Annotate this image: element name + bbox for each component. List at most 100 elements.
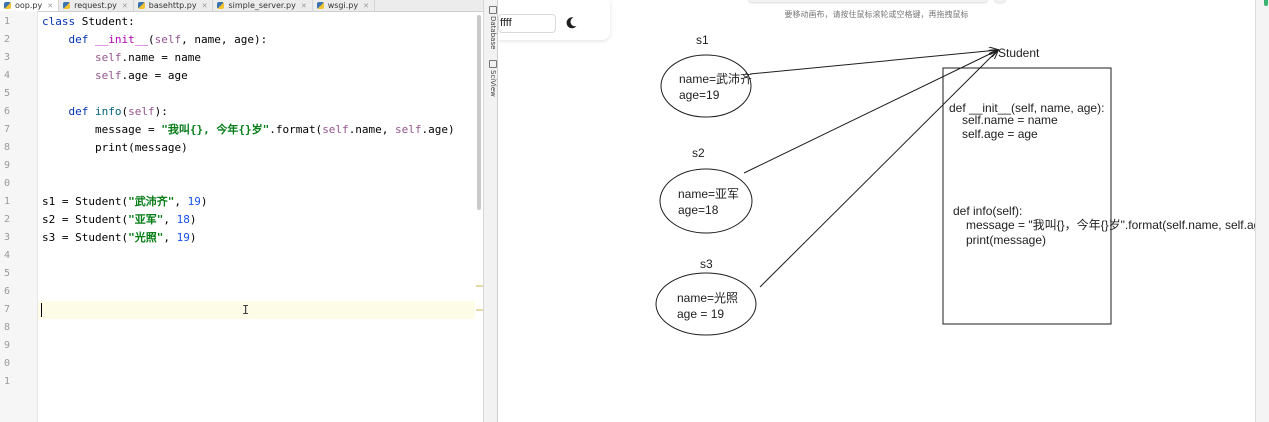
obj3-name: name=光照 — [677, 291, 738, 305]
class-init-line-1: self.name = name — [962, 113, 1058, 127]
tab-label: request.py — [74, 1, 117, 10]
line-number: 7 — [3, 304, 10, 315]
code-token: .age = age — [121, 69, 188, 82]
database-icon — [489, 6, 497, 14]
scroll-marker — [476, 285, 483, 287]
label-student: Student — [998, 46, 1040, 60]
scroll-thumb[interactable] — [477, 15, 481, 210]
current-line-highlight — [38, 301, 475, 319]
code-token: .name = name — [121, 51, 201, 64]
object-ellipse-s2[interactable] — [659, 168, 753, 234]
tab-basehttp-py[interactable]: basehttp.py ✕ — [134, 0, 214, 11]
code-token: def — [68, 105, 89, 118]
line-number: 9 — [3, 160, 10, 171]
code-line-12: s2 = Student("亚军", 18) — [42, 211, 196, 229]
tab-label: oop.py — [15, 1, 43, 10]
code-token: __init__ — [95, 33, 148, 46]
python-file-icon — [217, 2, 225, 9]
code-token: , — [174, 195, 188, 208]
obj3-age: age = 19 — [677, 307, 724, 321]
code-token: ) — [189, 231, 197, 244]
line-number: 1 — [3, 376, 10, 387]
code-token: s3 = Student( — [42, 231, 129, 244]
line-number: 1 — [3, 16, 10, 27]
line-number: 4 — [3, 70, 10, 81]
line-number: 3 — [3, 52, 10, 63]
reference-arrow-s1[interactable] — [749, 50, 998, 75]
code-line-2: def __init__(self, name, age): — [42, 31, 268, 49]
code-token: "亚军" — [128, 213, 164, 226]
code-token: def — [68, 33, 89, 46]
tab-oop-py[interactable]: oop.py ✕ — [0, 0, 60, 11]
code-token: .age) — [421, 123, 455, 136]
line-number: 5 — [3, 88, 10, 99]
code-token: s1 = Student( — [42, 195, 129, 208]
tab-wsgi-py[interactable]: wsgi.py ✕ — [313, 0, 375, 11]
code-token: "光照" — [128, 231, 164, 244]
code-line-1: class Student: — [42, 13, 135, 31]
code-token: "我叫{}, 今年{}岁" — [161, 123, 270, 136]
editor-scrollbar[interactable] — [475, 11, 483, 422]
code-token: class — [42, 15, 76, 28]
code-token: ) — [200, 195, 208, 208]
code-token: 19 — [176, 231, 190, 244]
line-number: 0 — [3, 358, 10, 369]
whiteboard-canvas[interactable]: ffff 要移动画布，请按住鼠标滚轮或空格键，再拖拽鼠标 s1 s2 s3 St… — [498, 0, 1255, 422]
close-icon[interactable]: ✕ — [122, 2, 128, 10]
code-line-11: s1 = Student("武沛齐", 19) — [42, 193, 207, 211]
line-number: 1 — [3, 196, 10, 207]
code-token: ( — [147, 33, 155, 46]
class-info-line-1: message = "我叫{}，今年{}岁".format(self.name,… — [966, 217, 1255, 232]
code-line-3: self.name = name — [42, 49, 201, 67]
class-init-line-2: self.age = age — [962, 127, 1038, 141]
scroll-marker — [476, 309, 483, 311]
code-editor-window: oop.py ✕ request.py ✕ basehttp.py ✕ simp… — [0, 0, 497, 422]
sciview-icon — [489, 60, 497, 68]
close-icon[interactable]: ✕ — [363, 2, 369, 10]
code-token: .name, — [348, 123, 396, 136]
line-number: 5 — [3, 268, 10, 279]
close-icon[interactable]: ✕ — [202, 2, 208, 10]
code-token: 19 — [187, 195, 201, 208]
database-tool-tab[interactable]: Database — [485, 6, 497, 49]
close-icon[interactable]: ✕ — [47, 2, 53, 10]
sciview-tab-label: SciView — [489, 70, 497, 97]
tab-simple-server-py[interactable]: simple_server.py ✕ — [213, 0, 313, 11]
sciview-tool-tab[interactable]: SciView — [485, 60, 497, 97]
tool-window-strip: Database SciView — [483, 0, 497, 422]
code-token: ): — [154, 105, 168, 118]
python-file-icon — [316, 2, 324, 9]
obj2-name: name=亚军 — [678, 187, 739, 201]
line-number: 4 — [3, 250, 10, 261]
line-number: 8 — [3, 322, 10, 333]
code-token: "武沛齐" — [128, 195, 175, 208]
code-line-13: s3 = Student("光照", 19) — [42, 229, 196, 247]
line-number: 6 — [3, 106, 10, 117]
code-token: message = — [94, 123, 162, 136]
code-token: self — [322, 123, 349, 136]
tab-request-py[interactable]: request.py ✕ — [59, 0, 134, 11]
tab-label: wsgi.py — [327, 1, 359, 10]
code-area[interactable]: class Student: def __init__(self, name, … — [38, 11, 475, 422]
reference-arrow-s3[interactable] — [759, 50, 998, 288]
python-file-icon — [137, 2, 145, 9]
browser-scroll-edge — [1255, 0, 1269, 422]
code-line-7: message = "我叫{}, 今年{}岁".format(self.name… — [42, 121, 455, 139]
code-token: s2 = Student( — [42, 213, 129, 226]
code-token: self — [94, 69, 122, 82]
code-token: self — [395, 123, 422, 136]
tab-label: basehttp.py — [148, 1, 197, 10]
object-ellipse-s1[interactable] — [660, 54, 752, 118]
code-token: self — [128, 105, 155, 118]
close-icon[interactable]: ✕ — [301, 2, 307, 10]
line-number: 2 — [3, 34, 10, 45]
line-number: 0 — [3, 178, 10, 189]
line-number: 9 — [3, 340, 10, 351]
code-token: , — [163, 231, 177, 244]
line-number: 6 — [3, 286, 10, 297]
code-line-4: self.age = age — [42, 67, 188, 85]
python-file-icon — [4, 2, 11, 9]
obj2-age: age=18 — [678, 203, 719, 217]
tab-label: simple_server.py — [228, 1, 296, 10]
line-number: 8 — [3, 142, 10, 153]
